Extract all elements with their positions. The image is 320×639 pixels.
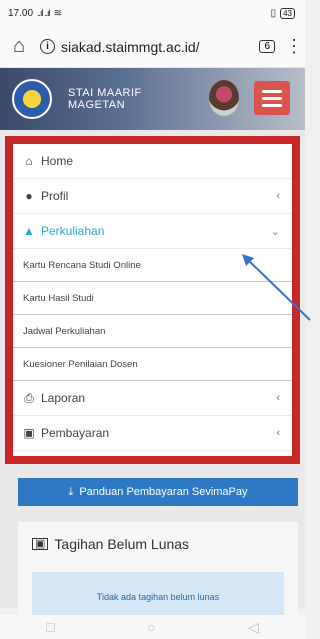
sidebar-item-label: Laporan: [41, 391, 86, 405]
home-icon: ⌂: [25, 154, 33, 168]
chevron-left-icon: ‹: [276, 392, 280, 404]
money-icon: ▣: [32, 538, 49, 550]
sidebar-item-pembayaran[interactable]: ▣ Pembayaran ‹: [13, 416, 292, 451]
sidebar-item-profil[interactable]: ● Profil ‹: [13, 179, 292, 214]
money-icon: ▣: [23, 426, 35, 440]
chevron-left-icon: ‹: [276, 427, 280, 439]
sidebar-item-perkuliahan[interactable]: ▲ Perkuliahan ⌄: [13, 214, 292, 249]
home-icon[interactable]: ⌂: [8, 35, 30, 58]
tagihan-card: ▣ Tagihan Belum Lunas Tidak ada tagihan …: [18, 522, 298, 622]
printer-icon: ⎙: [24, 390, 34, 405]
panduan-pembayaran-button[interactable]: ⤓ Panduan Pembayaran SevimaPay: [18, 478, 298, 506]
tab-switcher-button[interactable]: 6: [259, 40, 275, 53]
tagihan-title-text: Tagihan Belum Lunas: [54, 536, 190, 552]
graduation-cap-icon: ▲: [23, 224, 35, 238]
submenu-item-khs[interactable]: Kartu Hasil Studi: [13, 282, 292, 315]
browser-toolbar: ⌂ i siakad.staimmgt.ac.id/ 6 ⋮: [0, 26, 305, 68]
battery-icon: 43: [280, 7, 295, 19]
address-bar[interactable]: i siakad.staimmgt.ac.id/: [40, 39, 249, 55]
home-nav-icon[interactable]: ○: [147, 619, 155, 635]
sidebar-item-label: Profil: [41, 189, 69, 203]
sidebar-item-label: Pembayaran: [41, 426, 110, 440]
sidebar-item-laporan[interactable]: ⎙ Laporan ‹: [13, 381, 292, 416]
brand-text: STAI MAARIF MAGETAN: [68, 87, 142, 111]
panduan-button-label: Panduan Pembayaran SevimaPay: [79, 486, 248, 498]
kebab-icon[interactable]: ⋮: [285, 36, 303, 57]
tagihan-title: ▣ Tagihan Belum Lunas: [32, 536, 189, 552]
back-icon[interactable]: ◁: [248, 619, 259, 636]
brand-line2: MAGETAN: [68, 99, 126, 111]
status-bar: 17.00 ..ıl ..ıl ≋ ▯ 43: [0, 0, 305, 26]
vibrate-icon: ▯: [270, 7, 277, 19]
chevron-left-icon: ‹: [276, 190, 280, 202]
hamburger-menu-button[interactable]: [254, 81, 290, 115]
wifi-icon: ≋: [53, 7, 62, 19]
submenu-item-krs-online[interactable]: Kartu Rencana Studi Online: [13, 249, 292, 282]
clock: 17.00: [8, 7, 34, 19]
site-info-icon[interactable]: i: [40, 39, 55, 54]
signal-icon: ..ıl ..ıl: [37, 8, 50, 18]
sidebar-item-label: Perkuliahan: [41, 224, 105, 238]
page-content: ⌂ Home ● Profil ‹ ▲ Perkuliahan ⌄ Kartu …: [0, 130, 311, 622]
site-header: STAI MAARIF MAGETAN: [0, 68, 305, 130]
user-icon: ●: [25, 189, 33, 203]
android-nav-bar: □ ○ ◁: [0, 615, 305, 639]
avatar[interactable]: [209, 80, 239, 116]
submenu-item-jadwal[interactable]: Jadwal Perkuliahan: [13, 315, 292, 348]
sidebar-item-home[interactable]: ⌂ Home: [13, 144, 292, 179]
highlight-frame: ⌂ Home ● Profil ‹ ▲ Perkuliahan ⌄ Kartu …: [5, 136, 300, 464]
url-text[interactable]: siakad.staimmgt.ac.id/: [61, 39, 200, 55]
college-logo: [12, 79, 52, 119]
download-icon: ⤓: [68, 485, 74, 498]
brand-line1: STAI MAARIF: [68, 87, 142, 99]
chevron-down-icon: ⌄: [270, 225, 280, 238]
recent-apps-icon[interactable]: □: [46, 619, 54, 635]
sidebar-item-label: Home: [41, 154, 74, 168]
submenu-item-kuesioner[interactable]: Kuesioner Penilaian Dosen: [13, 348, 292, 381]
sidebar-menu: ⌂ Home ● Profil ‹ ▲ Perkuliahan ⌄ Kartu …: [13, 144, 292, 456]
